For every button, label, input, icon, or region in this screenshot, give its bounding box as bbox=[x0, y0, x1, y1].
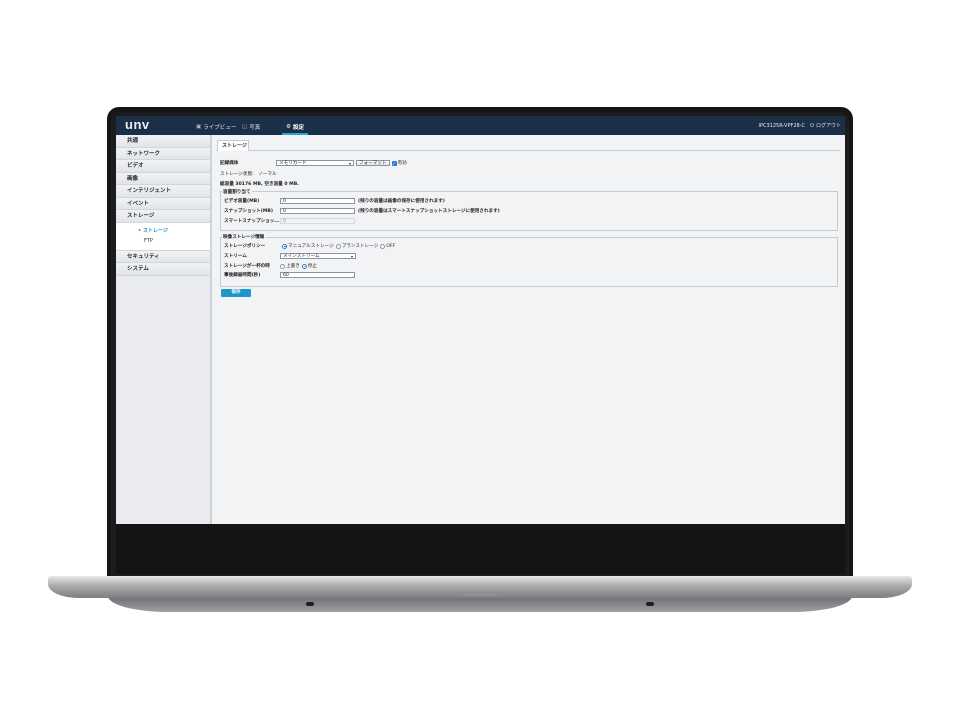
capacity-text: 総容量 30176 MB, 空き容量 0 MB. bbox=[220, 182, 299, 187]
nav-photo[interactable]: ◱ 写真 bbox=[242, 123, 260, 131]
storage-full-label: ストレージが一杯の時 bbox=[224, 264, 270, 269]
sidebar-item-common[interactable]: 共通 bbox=[116, 135, 210, 148]
chevron-down-icon: ▾ bbox=[350, 254, 353, 259]
main-content: ストレージ 記録媒体 メモリカード ▾ フォーマット ✓ 有効 ストレージ状態:… bbox=[216, 135, 845, 524]
media-select-value: メモリカード bbox=[279, 161, 307, 166]
video-capacity-label: ビデオ容量(MB) bbox=[224, 199, 260, 204]
stream-select[interactable]: メインストリーム ▾ bbox=[280, 253, 356, 259]
brand-logo: unv bbox=[125, 117, 150, 132]
stream-label: ストリーム bbox=[224, 254, 247, 259]
full-overwrite-radio[interactable] bbox=[280, 263, 285, 269]
nav-live-view-label: ライブビュー bbox=[203, 125, 237, 131]
logout-label: ログアウト bbox=[815, 123, 841, 129]
full-overwrite-label: 上書き bbox=[286, 264, 300, 269]
smart-snapshot-label: スマートスナップショッ... bbox=[224, 219, 280, 224]
storage-policy-row: ストレージポリシー マニュアルストレージ プランストレージ OFF bbox=[224, 243, 395, 249]
snapshot-capacity-row: スナップショット(MB) 0 (残りの容量はスマートスナップショットストレージに… bbox=[224, 208, 500, 214]
policy-plan-radio[interactable] bbox=[335, 243, 341, 249]
sidebar-item-intelligent[interactable]: インテリジェント bbox=[116, 185, 210, 198]
snapshot-capacity-hint: (残りの容量はスマートスナップショットストレージに使用されます) bbox=[358, 209, 500, 214]
nav-photo-label: 写真 bbox=[249, 125, 261, 131]
laptop-notch bbox=[460, 592, 500, 596]
format-button[interactable]: フォーマット bbox=[356, 160, 390, 166]
allocation-title: 容量割り当て bbox=[222, 189, 252, 195]
post-record-row: 事後録画時間(秒) 60 bbox=[224, 272, 355, 278]
sidebar-subitem-ftp[interactable]: FTP bbox=[116, 236, 210, 247]
video-storage-title: 映像ストレージ情報 bbox=[222, 234, 266, 240]
storage-policy-label: ストレージポリシー bbox=[224, 244, 266, 249]
policy-off-radio[interactable] bbox=[380, 243, 386, 249]
nav-settings-label: 設定 bbox=[292, 125, 304, 131]
storage-full-row: ストレージが一杯の時 上書き 停止 bbox=[224, 263, 317, 269]
stream-row: ストリーム メインストリーム ▾ bbox=[224, 253, 356, 259]
sidebar-subitem-storage[interactable]: • ストレージ bbox=[116, 226, 210, 237]
sidebar-subitem-storage-label: ストレージ bbox=[142, 227, 168, 234]
screen: unv ▣ ライブビュー ◱ 写真 ⚙ 設定 IPC3125R-VPF28-C … bbox=[116, 116, 845, 524]
video-capacity-input[interactable]: 0 bbox=[280, 198, 355, 204]
save-button[interactable]: 保存 bbox=[221, 289, 251, 297]
tab-bar: ストレージ bbox=[216, 140, 840, 151]
sidebar: 共通 ネットワーク ビデオ 画像 インテリジェント イベント ストレージ • ス… bbox=[116, 135, 212, 524]
video-capacity-hint: (残りの容量は画像の保存に使用されます) bbox=[358, 199, 445, 204]
smart-snapshot-input: 0 bbox=[280, 218, 355, 224]
logout-button[interactable]: ⏻ ログアウト bbox=[810, 122, 841, 130]
policy-manual-label: マニュアルストレージ bbox=[288, 244, 334, 249]
stream-select-value: メインストリーム bbox=[283, 254, 320, 259]
sidebar-item-storage[interactable]: ストレージ bbox=[116, 210, 210, 223]
sidebar-item-video[interactable]: ビデオ bbox=[116, 160, 210, 173]
power-icon: ⏻ bbox=[810, 122, 814, 129]
video-capacity-row: ビデオ容量(MB) 0 (残りの容量は画像の保存に使用されます) bbox=[224, 198, 445, 204]
top-navigation-bar: unv ▣ ライブビュー ◱ 写真 ⚙ 設定 IPC3125R-VPF28-C … bbox=[116, 116, 845, 135]
media-row: 記録媒体 メモリカード ▾ フォーマット ✓ 有効 bbox=[220, 160, 407, 166]
enable-checkbox[interactable]: ✓ bbox=[391, 160, 397, 166]
media-select[interactable]: メモリカード ▾ bbox=[276, 160, 354, 166]
laptop-foot-left bbox=[306, 602, 314, 606]
post-record-input[interactable]: 60 bbox=[280, 272, 355, 278]
laptop-base-bottom bbox=[108, 596, 852, 612]
policy-off-label: OFF bbox=[386, 243, 396, 249]
policy-plan-label: プランストレージ bbox=[341, 244, 379, 249]
post-record-label: 事後録画時間(秒) bbox=[224, 273, 261, 278]
full-stop-radio[interactable] bbox=[301, 263, 307, 269]
sidebar-item-network[interactable]: ネットワーク bbox=[116, 147, 210, 160]
nav-settings[interactable]: ⚙ 設定 bbox=[286, 123, 304, 131]
laptop-foot-right bbox=[646, 602, 654, 606]
nav-live-view[interactable]: ▣ ライブビュー bbox=[196, 123, 236, 131]
tab-storage[interactable]: ストレージ bbox=[217, 140, 249, 151]
sidebar-item-event[interactable]: イベント bbox=[116, 197, 210, 210]
device-model: IPC3125R-VPF28-C bbox=[758, 123, 805, 129]
laptop-screen-chin bbox=[116, 524, 845, 574]
settings-icon: ⚙ bbox=[286, 124, 291, 130]
live-view-icon: ▣ bbox=[196, 124, 202, 130]
photo-icon: ◱ bbox=[242, 124, 248, 130]
sidebar-item-system[interactable]: システム bbox=[116, 263, 210, 276]
sidebar-item-image[interactable]: 画像 bbox=[116, 172, 210, 185]
sidebar-item-security[interactable]: セキュリティ bbox=[116, 250, 210, 263]
policy-manual-radio[interactable] bbox=[282, 243, 287, 249]
snapshot-capacity-input[interactable]: 0 bbox=[280, 208, 355, 214]
media-label: 記録媒体 bbox=[220, 161, 239, 166]
full-stop-label: 停止 bbox=[307, 264, 317, 269]
sidebar-submenu-storage: • ストレージ FTP bbox=[116, 222, 210, 251]
chevron-down-icon: ▾ bbox=[348, 161, 351, 166]
smart-snapshot-row: スマートスナップショッ... 0 bbox=[224, 218, 355, 224]
storage-status: ストレージ状態: ノーマル bbox=[220, 172, 277, 177]
snapshot-capacity-label: スナップショット(MB) bbox=[224, 209, 274, 214]
enable-label: 有効 bbox=[397, 161, 407, 166]
